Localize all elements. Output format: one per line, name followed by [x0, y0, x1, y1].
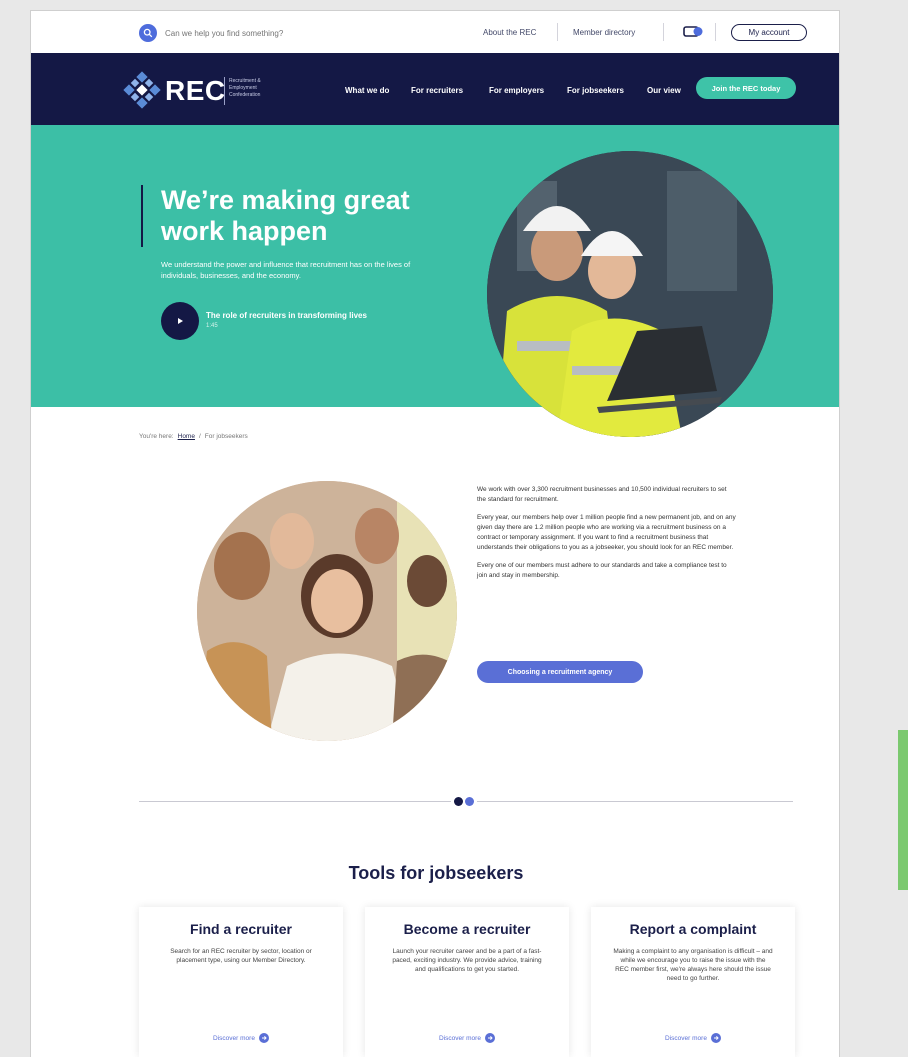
- intro-paragraph: Every year, our members help over 1 mill…: [477, 514, 736, 551]
- utility-separator: [715, 23, 716, 41]
- discover-more-link[interactable]: Discover more: [365, 1033, 569, 1043]
- member-directory-link[interactable]: Member directory: [573, 28, 635, 37]
- card-text: Search for an REC recruiter by sector, l…: [170, 948, 312, 964]
- video-title[interactable]: The role of recruiters in transforming l…: [206, 311, 367, 320]
- arrow-right-icon: [258, 1033, 269, 1043]
- audience-photo: [197, 481, 457, 741]
- search-icon[interactable]: [139, 24, 157, 42]
- join-rec-button[interactable]: Join the REC today: [696, 77, 796, 99]
- choosing-agency-button[interactable]: Choosing a recruitment agency: [477, 661, 643, 683]
- divider-line: [139, 801, 451, 802]
- logo-subtitle: Recruitment & Employment Confederation: [229, 78, 261, 98]
- nav-for-jobseekers[interactable]: For jobseekers: [567, 86, 624, 95]
- basket-icon[interactable]: [683, 25, 703, 38]
- hero-engineers-photo: [487, 151, 773, 437]
- play-video-button[interactable]: [161, 302, 199, 340]
- card-report-complaint[interactable]: Report a complaint Making a complaint to…: [591, 907, 795, 1057]
- search-input[interactable]: [165, 28, 335, 38]
- card-title: Become a recruiter: [403, 921, 531, 937]
- discover-more-link[interactable]: Discover more: [591, 1033, 795, 1043]
- card-link-label: Discover more: [439, 1034, 481, 1042]
- card-link-label: Discover more: [665, 1034, 707, 1042]
- intro-paragraph: We work with over 3,300 recruitment busi…: [477, 486, 727, 503]
- breadcrumb-home-link[interactable]: Home: [178, 433, 195, 440]
- divider-line: [477, 801, 793, 802]
- side-strip: [898, 730, 908, 890]
- play-icon: [178, 318, 183, 324]
- hero-text: We understand the power and influence th…: [161, 260, 411, 280]
- arrow-right-icon: [484, 1033, 495, 1043]
- carousel-dot[interactable]: [465, 797, 474, 806]
- logo-text[interactable]: REC: [165, 75, 226, 107]
- utility-separator: [557, 23, 558, 41]
- about-link[interactable]: About the REC: [483, 28, 536, 37]
- breadcrumb-prefix: You're here:: [139, 433, 174, 440]
- rec-logo-icon[interactable]: [123, 71, 161, 109]
- discover-more-link[interactable]: Discover more: [139, 1033, 343, 1043]
- arrow-right-icon: [710, 1033, 721, 1043]
- utility-separator: [663, 23, 664, 41]
- utility-bar: About the REC Member directory My accoun…: [31, 11, 839, 53]
- video-duration: 1:45: [206, 323, 218, 329]
- intro-paragraph: Every one of our members must adhere to …: [477, 562, 727, 579]
- card-text: Making a complaint to any organisation i…: [613, 948, 773, 982]
- card-link-label: Discover more: [213, 1034, 255, 1042]
- nav-for-recruiters[interactable]: For recruiters: [411, 86, 463, 95]
- card-become-recruiter[interactable]: Become a recruiter Launch your recruiter…: [365, 907, 569, 1057]
- card-title: Report a complaint: [629, 921, 757, 937]
- carousel-dot-active[interactable]: [454, 797, 463, 806]
- intro-text: We work with over 3,300 recruitment busi…: [477, 485, 737, 589]
- breadcrumb-separator: /: [198, 433, 201, 440]
- card-title: Find a recruiter: [190, 921, 292, 937]
- nav-what-we-do[interactable]: What we do: [345, 86, 389, 95]
- nav-our-view[interactable]: Our view: [647, 86, 681, 95]
- breadcrumb-current: For jobseekers: [204, 433, 248, 440]
- search-bar: [139, 24, 335, 42]
- card-find-recruiter[interactable]: Find a recruiter Search for an REC recru…: [139, 907, 343, 1057]
- tools-title: Tools for jobseekers: [348, 863, 524, 883]
- my-account-button[interactable]: My account: [731, 24, 807, 41]
- page-frame: About the REC Member directory My accoun…: [30, 10, 840, 1057]
- logo-divider: [224, 77, 225, 105]
- hero-accent-bar: [141, 185, 143, 247]
- nav-for-employers[interactable]: For employers: [489, 86, 544, 95]
- breadcrumb: You're here: Home / For jobseekers: [139, 433, 248, 440]
- hero-title: We’re making great work happen: [161, 185, 410, 246]
- main-nav: REC Recruitment & Employment Confederati…: [31, 53, 839, 125]
- card-text: Launch your recruiter career and be a pa…: [392, 948, 542, 973]
